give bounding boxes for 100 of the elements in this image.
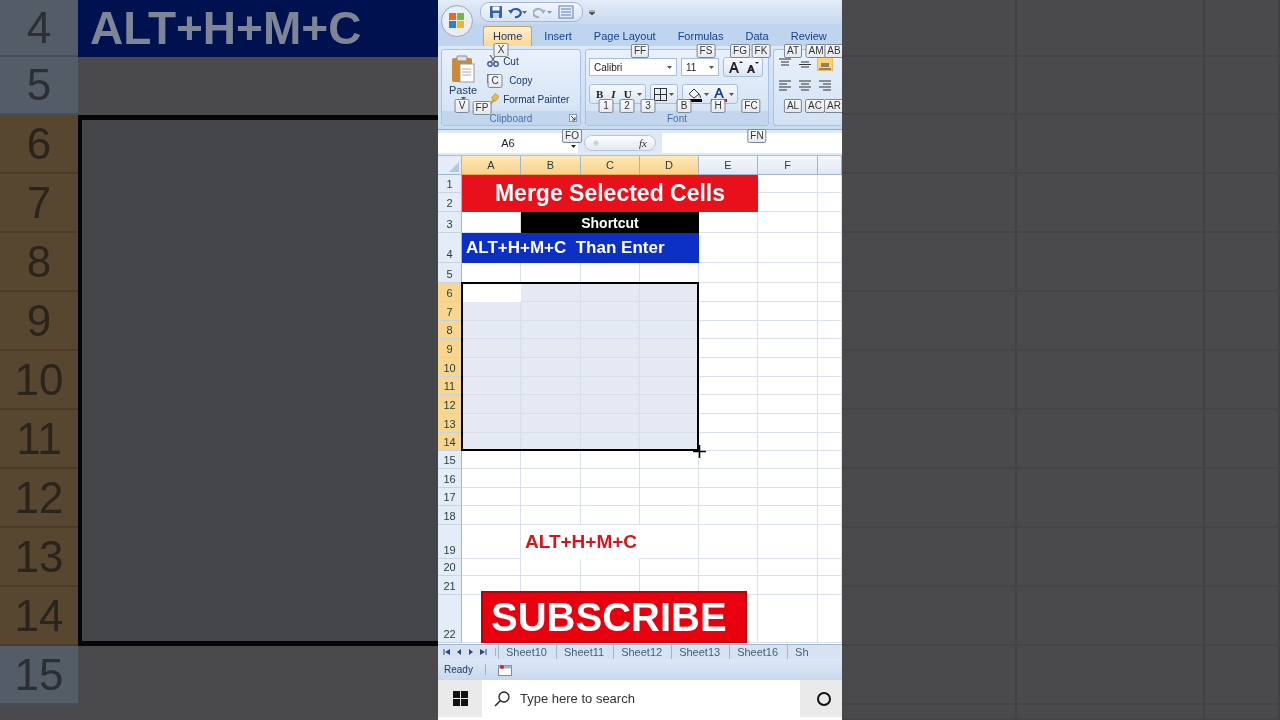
row-header[interactable]: 16 <box>438 469 462 488</box>
grid-cell <box>640 451 699 469</box>
center-icon[interactable] <box>797 78 813 92</box>
row-header[interactable]: 3 <box>438 212 462 233</box>
grid-cell <box>699 283 758 302</box>
row-header[interactable]: 14 <box>438 433 462 451</box>
insert-function-button[interactable]: fx <box>584 134 656 151</box>
keytip: X <box>493 43 509 57</box>
grid-cell <box>581 283 640 302</box>
grid-cell <box>758 302 818 321</box>
subscribe-banner[interactable]: SUBSCRIBE <box>481 591 747 643</box>
row-header[interactable]: 21 <box>438 576 462 595</box>
column-header[interactable]: D <box>640 156 699 175</box>
keytip: 2 <box>619 99 635 113</box>
row-header[interactable]: 13 <box>438 414 462 433</box>
previous-sheet-icon[interactable] <box>455 648 463 656</box>
first-sheet-icon[interactable] <box>443 648 451 656</box>
grid-cell <box>521 302 581 321</box>
grid-cell <box>699 469 758 488</box>
borders-button[interactable] <box>649 84 678 104</box>
row-header[interactable]: 22 <box>438 595 462 643</box>
caret-icon <box>668 92 674 96</box>
grid-cell <box>758 506 818 525</box>
row-header[interactable]: 15 <box>438 451 462 469</box>
save-icon[interactable] <box>489 5 503 19</box>
row-header[interactable]: 9 <box>438 339 462 358</box>
grid-cell <box>640 488 699 506</box>
paste-button[interactable]: Paste <box>445 53 482 102</box>
row-header[interactable]: 18 <box>438 506 462 525</box>
search-icon <box>494 691 510 707</box>
undo-icon[interactable] <box>508 5 528 19</box>
status-text: Ready <box>444 664 486 675</box>
ribbon-tab[interactable]: Review <box>780 26 837 46</box>
record-macro-icon[interactable] <box>497 663 512 676</box>
caret-icon[interactable] <box>728 92 734 96</box>
grid-cell <box>699 506 758 525</box>
keytip: FC <box>741 99 761 113</box>
caret-icon[interactable] <box>703 92 709 96</box>
row-header[interactable]: 7 <box>438 302 462 321</box>
customize-caret-icon[interactable] <box>589 9 595 15</box>
align-left-icon[interactable] <box>777 78 793 92</box>
taskbar-search-field[interactable]: Type here to search <box>482 680 800 717</box>
column-header[interactable]: F <box>758 156 818 175</box>
row-header[interactable]: 5 <box>438 263 462 283</box>
column-header[interactable]: E <box>699 156 758 175</box>
windows-start-icon[interactable] <box>453 691 468 706</box>
next-sheet-icon[interactable] <box>467 648 475 656</box>
grid-cell <box>699 488 758 506</box>
borders-icon <box>653 87 667 101</box>
grid-cell <box>758 488 818 506</box>
italic-button[interactable]: I <box>608 88 619 100</box>
formula-input[interactable] <box>662 132 842 153</box>
ribbon-tab[interactable]: Formulas <box>667 26 734 46</box>
row-header[interactable]: 11 <box>438 377 462 395</box>
font-name-field[interactable]: Calibri <box>589 58 677 76</box>
keytip: V <box>454 99 470 113</box>
row-header[interactable]: 2 <box>438 193 462 212</box>
ribbon-tab[interactable]: Data <box>735 26 779 46</box>
column-header[interactable]: C <box>581 156 640 175</box>
ribbon-tab[interactable]: Insert <box>534 26 582 46</box>
caret-icon <box>709 65 714 69</box>
keytip: FN <box>747 129 767 143</box>
underline-button[interactable]: U <box>620 88 635 100</box>
row-header[interactable]: 17 <box>438 488 462 506</box>
grid-cell <box>581 451 640 469</box>
grow-font-icon[interactable] <box>727 60 743 74</box>
ribbon-tab[interactable]: Page Layout <box>583 26 666 46</box>
ribbon-tab[interactable]: Home <box>483 26 533 46</box>
grid-cell <box>758 525 818 559</box>
grid-cell <box>758 263 818 283</box>
shrink-font-icon[interactable] <box>745 60 759 74</box>
row-header[interactable]: 6 <box>438 283 462 302</box>
row-header[interactable]: 19 <box>438 525 462 559</box>
keytip: FG <box>730 44 750 58</box>
align-right-icon[interactable] <box>817 78 833 92</box>
dialog-launcher-icon[interactable] <box>569 114 577 122</box>
last-sheet-icon[interactable] <box>479 648 487 656</box>
active-cell[interactable] <box>463 284 521 302</box>
row-header[interactable]: 1 <box>438 175 462 193</box>
bold-button[interactable]: B <box>593 88 607 100</box>
grid-cell <box>462 377 521 395</box>
keytip: FO <box>562 129 582 143</box>
keytip: 3 <box>640 99 656 113</box>
grid-cell <box>640 506 699 525</box>
grid-cell <box>462 451 521 469</box>
row-header[interactable]: 10 <box>438 358 462 377</box>
column-header[interactable]: A <box>462 156 521 175</box>
row-header[interactable]: 8 <box>438 321 462 339</box>
column-header[interactable]: B <box>521 156 581 175</box>
keytip: AT <box>784 44 802 58</box>
font-size-field[interactable]: 11 <box>681 58 719 76</box>
circle-icon <box>593 139 599 146</box>
row-header[interactable]: 12 <box>438 395 462 414</box>
row-header[interactable]: 4 <box>438 233 462 263</box>
caret-icon[interactable] <box>636 92 642 96</box>
grid-cell <box>462 506 521 525</box>
grid-cell <box>758 358 818 377</box>
grid-cell <box>462 559 521 576</box>
cortana-icon[interactable] <box>816 690 832 707</box>
row-header[interactable]: 20 <box>438 559 462 576</box>
